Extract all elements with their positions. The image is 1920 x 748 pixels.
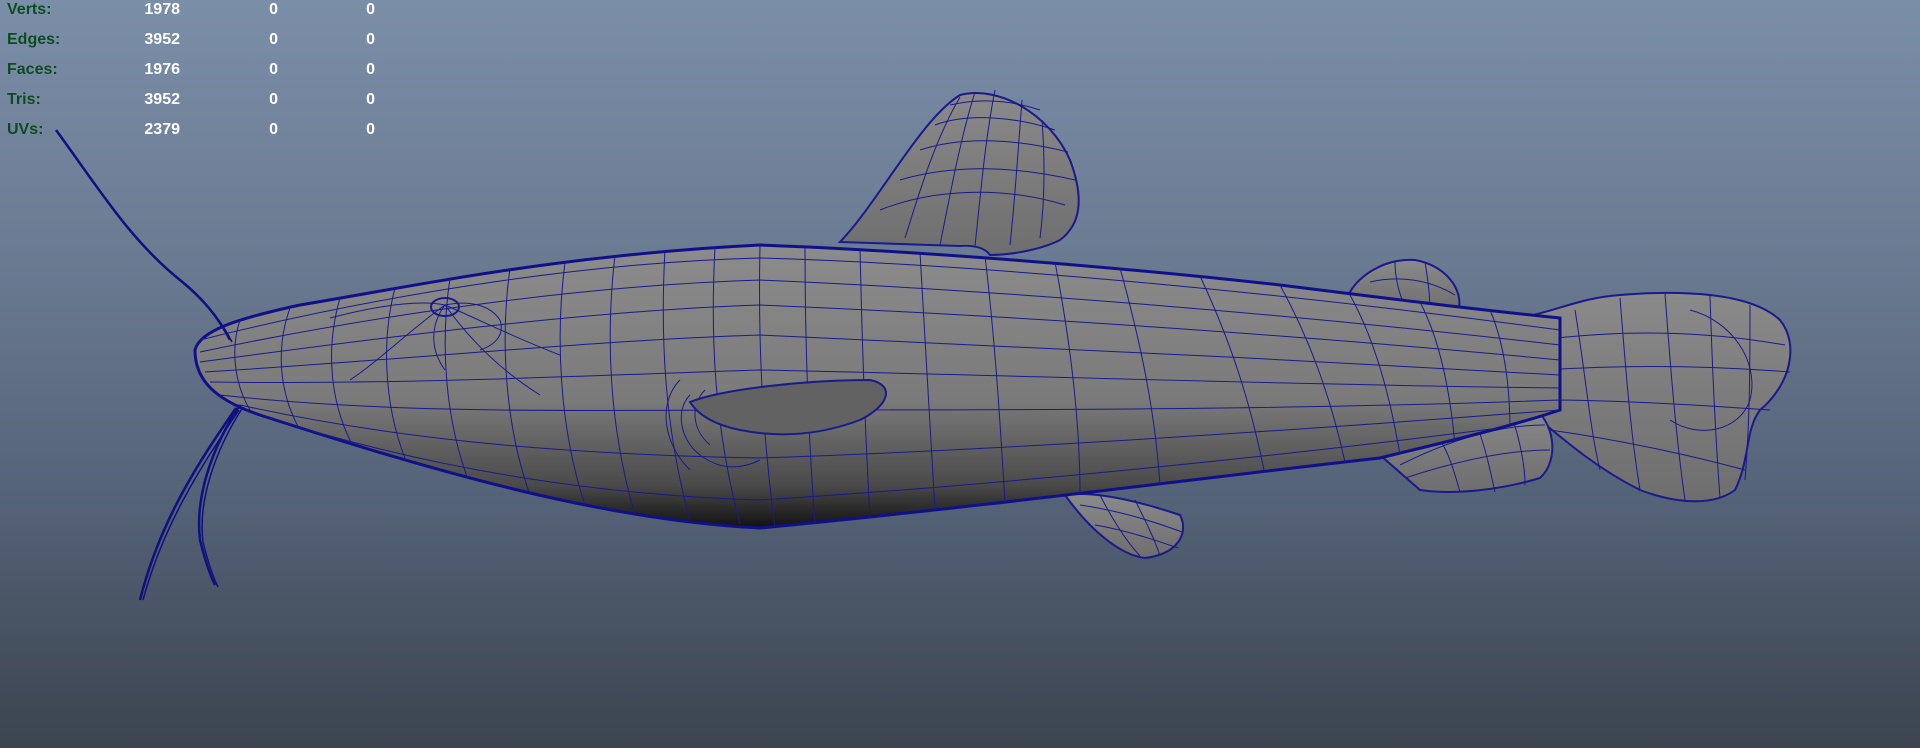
hud-row-edges: Edges: 3952 0 0: [0, 30, 400, 50]
hud-label: Faces:: [7, 61, 58, 78]
hud-value-selection: 0: [269, 91, 278, 108]
hud-row-verts: Verts: 1978 0 0: [0, 0, 400, 20]
poly-count-hud: Verts: 1978 0 0 Edges: 3952 0 0 Faces: 1…: [0, 0, 400, 150]
hud-value-object: 3952: [144, 91, 180, 108]
hud-value-uv: 0: [366, 31, 375, 48]
hud-row-uvs: UVs: 2379 0 0: [0, 120, 400, 140]
hud-label: Tris:: [7, 91, 41, 108]
hud-value-selection: 0: [269, 121, 278, 138]
pelvic-fin: [1063, 493, 1185, 560]
hud-value-uv: 0: [366, 61, 375, 78]
hud-value-object: 2379: [144, 121, 180, 138]
hud-value-selection: 0: [269, 31, 278, 48]
hud-label: Verts:: [7, 1, 52, 18]
dorsal-fin: [837, 89, 1080, 257]
hud-value-uv: 0: [366, 1, 375, 18]
hud-label: UVs:: [7, 121, 44, 138]
hud-value-object: 1976: [144, 61, 180, 78]
hud-value-object: 3952: [144, 31, 180, 48]
hud-row-faces: Faces: 1976 0 0: [0, 60, 400, 80]
3d-viewport[interactable]: Verts: 1978 0 0 Edges: 3952 0 0 Faces: 1…: [0, 0, 1920, 748]
hud-value-selection: 0: [269, 1, 278, 18]
hud-value-uv: 0: [366, 91, 375, 108]
hud-value-selection: 0: [269, 61, 278, 78]
hud-value-object: 1978: [144, 1, 180, 18]
hud-value-uv: 0: [366, 121, 375, 138]
hud-row-tris: Tris: 3952 0 0: [0, 90, 400, 110]
hud-label: Edges:: [7, 31, 61, 48]
